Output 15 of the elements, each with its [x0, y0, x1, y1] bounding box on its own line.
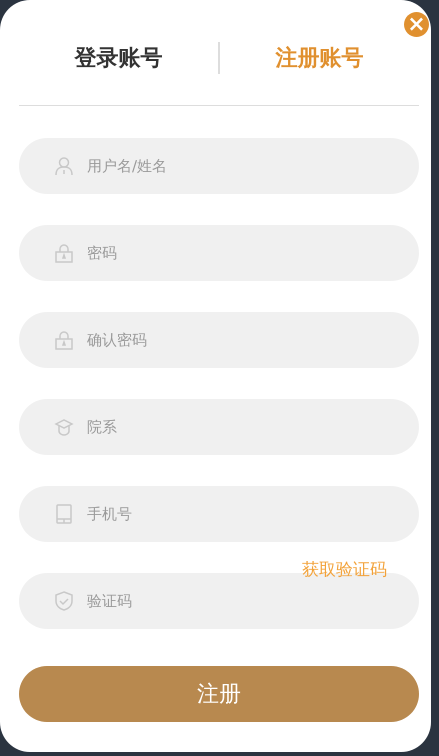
- close-button[interactable]: ×: [404, 12, 429, 37]
- shield-check-icon: [54, 591, 74, 611]
- tab[interactable]: 登录账号: [19, 42, 218, 72]
- input-field[interactable]: 院系: [19, 399, 419, 455]
- lock-icon: [54, 243, 74, 263]
- input-field[interactable]: 手机号: [19, 486, 419, 542]
- lock-icon: [54, 330, 74, 350]
- tab[interactable]: 注册账号: [220, 42, 419, 72]
- register-button[interactable]: 注册: [19, 666, 419, 722]
- input-field[interactable]: 用户名/姓名: [19, 138, 419, 194]
- input-field[interactable]: 确认密码: [19, 312, 419, 368]
- user-icon: [54, 156, 74, 176]
- tablet-icon: [54, 504, 74, 524]
- input-field[interactable]: 密码: [19, 225, 419, 281]
- graduation-cap-icon: [54, 417, 74, 437]
